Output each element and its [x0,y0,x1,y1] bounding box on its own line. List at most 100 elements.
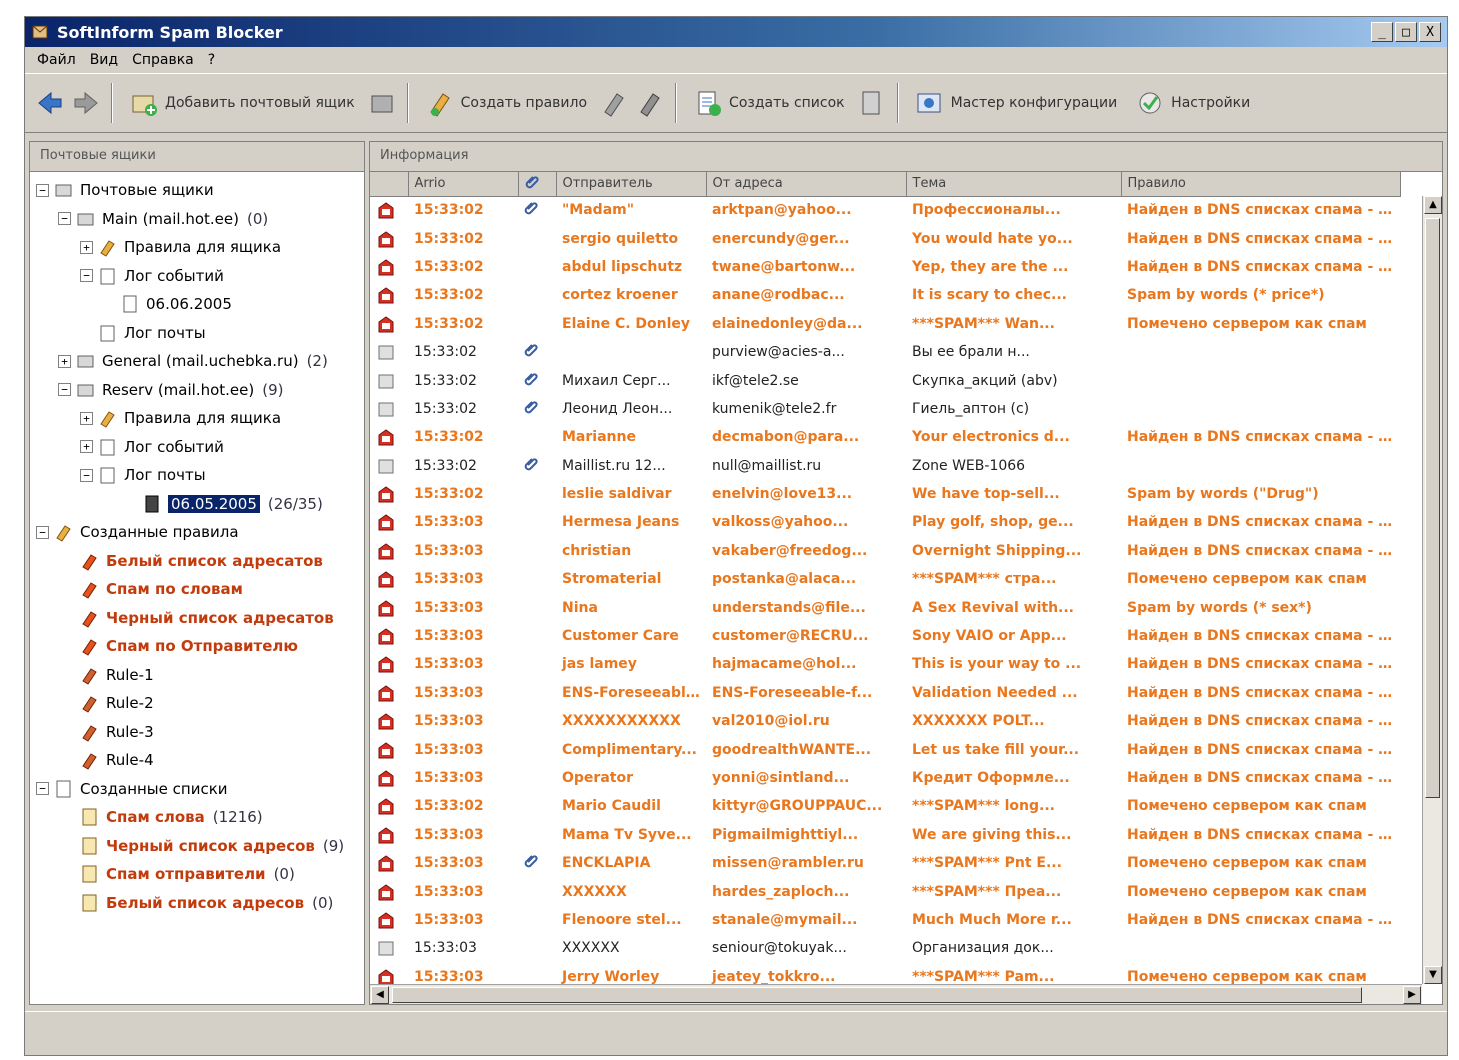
tree-node-rule[interactable]: Спам по Отправителю [36,632,364,661]
table-row[interactable]: 15:33:03 XXXXXX hardes_zaploch... ***SPAM**… [370,877,1400,905]
column-header-time[interactable]: Arrio [408,172,519,197]
table-row[interactable]: 15:33:02 Maillist.ru 12... null@maillist.r… [370,452,1400,480]
tree-node-list[interactable]: Спам слова (1216) [36,803,364,832]
tree-node-reserv[interactable]: − Reserv (mail.hot.ee) (9) [36,376,364,405]
column-header-address[interactable]: От адреса [706,172,907,197]
table-row[interactable]: 15:33:02 sergio quiletto enercundy@ger... Y… [370,224,1400,252]
table-row[interactable]: 15:33:03 Stromaterial postanka@alaca... ***… [370,565,1400,593]
table-row[interactable]: 15:33:02 cortez kroener anane@rodbac... It … [370,281,1400,309]
row-rule: Spam by words (* price*) [1127,287,1325,304]
forward-arrow-icon[interactable] [71,88,101,118]
horizontal-scrollbar[interactable]: ◀ ▶ [370,984,1422,1004]
tree-node-mailboxes[interactable]: − Почтовые ящики [36,176,364,205]
column-header-attach[interactable] [518,172,557,197]
expand-icon[interactable]: + [80,240,93,254]
table-row[interactable]: 15:33:03 Operator yonni@sintland... Кредит … [370,764,1400,792]
table-row[interactable]: 15:33:03 ENCKLAPIA missen@rambler.ru ***SPA… [370,849,1400,877]
tree-node-main-maillog[interactable]: Лог почты [36,319,364,348]
tree-node-reserv-events[interactable]: + Лог событий [36,433,364,462]
tree-node-main-events[interactable]: − Лог событий [36,262,364,291]
edit-rule-icon[interactable] [599,88,629,118]
tree-node-list[interactable]: Черный список адресов (9) [36,832,364,861]
table-row[interactable]: 15:33:02 Elaine C. Donley elainedonley@da.… [370,310,1400,338]
expand-icon[interactable]: + [80,411,93,425]
scroll-up-arrow-icon[interactable]: ▲ [1424,196,1442,214]
expand-icon[interactable]: + [80,440,93,454]
table-row[interactable]: 15:33:02 abdul lipschutz twane@bartonw... Y… [370,253,1400,281]
table-row[interactable]: 15:33:03 Customer Care customer@RECRU... So… [370,622,1400,650]
tree-node-reserv-date[interactable]: 06.05.2005 (26/35) [36,490,364,519]
tree-node-main[interactable]: − Main (mail.hot.ee) (0) [36,205,364,234]
back-arrow-icon[interactable] [35,88,65,118]
collapse-icon[interactable]: − [80,269,93,283]
add-mailbox-button[interactable]: Добавить почтовый ящик [123,84,361,122]
scroll-down-arrow-icon[interactable]: ▼ [1424,966,1442,984]
row-time: 15:33:03 [414,883,484,900]
tree-node-created-rules[interactable]: − Созданные правила [36,518,364,547]
table-row[interactable]: 15:33:03 Nina understands@file... A Sex Rev… [370,593,1400,621]
menu-about[interactable]: ? [208,52,215,68]
table-row[interactable]: 15:33:03 christian vakaber@freedog... Overn… [370,537,1400,565]
tree-node-reserv-rules[interactable]: + Правила для ящика [36,404,364,433]
table-row[interactable]: 15:33:02 "Madam" arktpan@yahoo... Профессио… [370,196,1400,224]
tree-node-list[interactable]: Спам отправители (0) [36,860,364,889]
settings-button[interactable]: Настройки [1129,84,1256,122]
delete-list-icon[interactable] [857,88,887,118]
menu-view[interactable]: Вид [90,52,118,68]
tree-node-main-date[interactable]: 06.06.2005 [36,290,364,319]
menu-file[interactable]: Файл [37,52,76,68]
tree-node-rule[interactable]: Rule-2 [36,689,364,718]
create-list-button[interactable]: Создать список [687,84,851,122]
create-rule-button[interactable]: Создать правило [419,84,593,122]
table-row[interactable]: 15:33:03 Hermesa Jeans valkoss@yahoo... Pla… [370,508,1400,536]
remove-mailbox-icon[interactable] [367,88,397,118]
table-row[interactable]: 15:33:03 Flenoore stel... stanale@mymail..… [370,906,1400,934]
table-row[interactable]: 15:33:03 jas lamey hajmacame@hol... This is… [370,650,1400,678]
table-row[interactable]: 15:33:03 Complimentary... goodrealthWANTE.… [370,735,1400,763]
tree-node-rule[interactable]: Rule-1 [36,661,364,690]
expand-icon[interactable]: + [58,354,71,368]
tree-node-rule[interactable]: Спам по словам [36,575,364,604]
table-row[interactable]: 15:33:02 Михаил Серг... ikf@tele2.se Скупка… [370,366,1400,394]
table-row[interactable]: 15:33:03 Mama Tv Syve... Pigmailmighttiyl.… [370,821,1400,849]
scroll-left-arrow-icon[interactable]: ◀ [371,986,389,1004]
tree-node-main-rules[interactable]: + Правила для ящика [36,233,364,262]
collapse-icon[interactable]: − [36,183,49,197]
scroll-thumb[interactable] [1425,218,1440,798]
scroll-right-arrow-icon[interactable]: ▶ [1403,986,1421,1004]
table-row[interactable]: 15:33:02 leslie saldivar enelvin@love13...… [370,480,1400,508]
column-header-subject[interactable]: Тема [906,172,1122,197]
title-bar[interactable]: SoftInform Spam Blocker _ □ X [25,17,1447,47]
minimize-button[interactable]: _ [1371,22,1393,42]
collapse-icon[interactable]: − [58,383,71,397]
tree-node-created-lists[interactable]: − Созданные списки [36,775,364,804]
table-row[interactable]: 15:33:02 purview@acies-a... Вы ее брали н.… [370,338,1400,366]
config-wizard-button[interactable]: Мастер конфигурации [909,84,1124,122]
close-button[interactable]: X [1419,22,1441,42]
tree-node-rule[interactable]: Rule-3 [36,718,364,747]
vertical-scrollbar[interactable]: ▲ ▼ [1422,196,1442,984]
column-header-sender[interactable]: Отправитель [556,172,707,197]
menu-help[interactable]: Справка [132,52,194,68]
collapse-icon[interactable]: − [36,525,49,539]
table-row[interactable]: 15:33:02 Marianne decmabon@para... Your ele… [370,423,1400,451]
tree-node-rule[interactable]: Rule-4 [36,746,364,775]
scroll-thumb[interactable] [392,987,1362,1003]
tree-node-list[interactable]: Белый список адресов (0) [36,889,364,918]
column-header-icon[interactable] [370,172,409,197]
tree-node-reserv-maillog[interactable]: − Лог почты [36,461,364,490]
delete-rule-icon[interactable] [635,88,665,118]
maximize-button[interactable]: □ [1395,22,1417,42]
tree-node-general[interactable]: + General (mail.uchebka.ru) (2) [36,347,364,376]
collapse-icon[interactable]: − [80,468,93,482]
table-row[interactable]: 15:33:02 Леонид Леон... kumenik@tele2.fr Ги… [370,395,1400,423]
collapse-icon[interactable]: − [36,782,49,796]
table-row[interactable]: 15:33:03 XXXXXXXXXXX val2010@iol.ru XXXXXXX… [370,707,1400,735]
table-row[interactable]: 15:33:03 ENS-Foreseeable... ENS-Foreseeabl… [370,679,1400,707]
tree-node-rule[interactable]: Белый список адресатов [36,547,364,576]
collapse-icon[interactable]: − [58,212,71,226]
tree-node-rule[interactable]: Черный список адресатов [36,604,364,633]
table-row[interactable]: 15:33:02 Mario Caudil kittyr@GROUPPAUC... *… [370,792,1400,820]
column-header-rule[interactable]: Правило [1121,172,1401,197]
table-row[interactable]: 15:33:03 XXXXXX seniour@tokuyak... Организа… [370,934,1400,962]
